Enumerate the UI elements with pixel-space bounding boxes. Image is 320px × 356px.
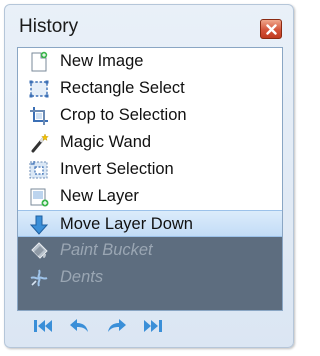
rewind-to-start-icon: [34, 320, 52, 332]
redo-icon: [108, 319, 126, 332]
title-bar[interactable]: History: [5, 5, 293, 45]
history-item-crop-to-selection[interactable]: Crop to Selection: [18, 102, 282, 129]
history-item-invert-selection[interactable]: Invert Selection: [18, 156, 282, 183]
history-toolbar: [17, 311, 283, 341]
undone-area: [18, 291, 282, 310]
fast-forward-to-end-button[interactable]: [141, 315, 165, 337]
history-item-paint-bucket[interactable]: Paint Bucket: [18, 237, 282, 264]
history-item-dents[interactable]: Dents: [18, 264, 282, 291]
history-item-label: Move Layer Down: [60, 215, 193, 233]
magic-wand-icon: [31, 133, 49, 153]
undo-icon: [70, 319, 88, 332]
new-layer-icon: [30, 188, 49, 207]
history-item-label: New Layer: [60, 187, 139, 205]
history-item-new-layer[interactable]: New Layer: [18, 183, 282, 210]
close-button[interactable]: [260, 19, 282, 39]
move-layer-down-icon: [29, 215, 49, 235]
history-item-label: Invert Selection: [60, 160, 174, 178]
history-item-new-image[interactable]: New Image: [18, 48, 282, 75]
history-item-label: Paint Bucket: [60, 241, 153, 259]
history-item-label: Crop to Selection: [60, 106, 187, 124]
rewind-to-start-button[interactable]: [31, 315, 55, 337]
history-item-rectangle-select[interactable]: Rectangle Select: [18, 75, 282, 102]
history-item-label: New Image: [60, 52, 144, 70]
history-item-move-layer-down[interactable]: Move Layer Down: [18, 210, 282, 237]
undo-button[interactable]: [67, 315, 91, 337]
history-item-label: Dents: [60, 268, 104, 286]
paint-bucket-icon: [31, 242, 48, 259]
rectangle-select-icon: [29, 80, 49, 98]
history-list[interactable]: New Image Rectangle Select Crop to Selec…: [17, 47, 283, 311]
close-icon: [266, 24, 277, 35]
history-item-label: Magic Wand: [60, 133, 152, 151]
invert-selection-icon: [29, 161, 48, 179]
history-window: History New Image Rectangle Select Crop …: [4, 4, 294, 348]
redo-button[interactable]: [105, 315, 129, 337]
window-title: History: [19, 16, 79, 37]
history-item-label: Rectangle Select: [60, 79, 185, 97]
new-image-icon: [31, 51, 48, 72]
dents-icon: [30, 269, 48, 287]
history-item-magic-wand[interactable]: Magic Wand: [18, 129, 282, 156]
crop-icon: [30, 107, 48, 125]
fast-forward-to-end-icon: [144, 320, 162, 332]
